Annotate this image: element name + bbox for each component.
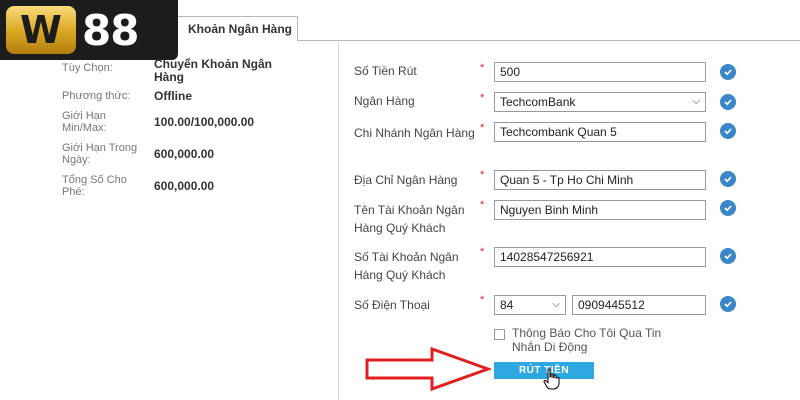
- tab-bank-transfer[interactable]: Khoản Ngân Hàng: [160, 16, 298, 42]
- logo-w-badge: W: [6, 6, 76, 54]
- info-label: Tùy Chọn:: [62, 62, 113, 74]
- check-icon: [720, 171, 736, 187]
- check-icon: [720, 94, 736, 110]
- account-name-label: Tên Tài Khoản Ngân Hàng Quý Khách: [354, 203, 465, 235]
- info-value: Chuyển Khoản Ngân Hàng: [154, 57, 273, 84]
- sms-notify-label: Thông Báo Cho Tôi Qua Tin Nhắn Di Động: [512, 326, 662, 354]
- info-value: 100.00/100,000.00: [154, 115, 255, 129]
- branch-input[interactable]: Techcombank Quan 5: [494, 122, 706, 142]
- amount-label: Số Tiền Rút: [354, 64, 417, 78]
- bank-select-value: TechcomBank: [500, 95, 576, 109]
- sms-notify-checkbox[interactable]: [494, 329, 505, 340]
- address-input[interactable]: Quan 5 - Tp Ho Chi Minh: [494, 170, 706, 190]
- account-number-input[interactable]: 14028547256921: [494, 247, 706, 267]
- check-icon: [720, 123, 736, 139]
- hand-cursor-icon: [543, 368, 560, 390]
- phone-input[interactable]: 0909445512: [572, 295, 706, 315]
- info-value: 600,000.00: [154, 147, 215, 161]
- required-mark: *: [480, 62, 485, 74]
- check-icon: [720, 200, 736, 216]
- required-mark: *: [480, 199, 485, 211]
- country-code-select[interactable]: 84 ⌵: [494, 295, 566, 315]
- info-value: Offline: [154, 89, 192, 103]
- required-mark: *: [480, 122, 485, 134]
- check-icon: [720, 296, 736, 312]
- amount-input[interactable]: 500: [494, 62, 706, 82]
- info-label: Giới Hạn Trong Ngày:: [62, 142, 138, 166]
- panel-divider: [338, 42, 339, 400]
- phone-label: Số Điện Thoại: [354, 298, 430, 312]
- branch-label: Chi Nhánh Ngân Hàng: [354, 126, 475, 140]
- country-code-value: 84: [500, 298, 514, 312]
- bank-select[interactable]: TechcomBank ⌵: [494, 92, 706, 112]
- info-label: Phương thức:: [62, 90, 131, 102]
- tab-label: Khoản Ngân Hàng: [188, 22, 292, 36]
- info-label: Tổng Số Cho Phé:: [62, 174, 127, 198]
- red-arrow-icon: [365, 346, 492, 392]
- info-label: Giới Hạn Min/Max:: [62, 110, 107, 134]
- bank-label: Ngân Hàng: [354, 94, 415, 108]
- required-mark: *: [480, 246, 485, 258]
- address-label: Địa Chỉ Ngân Hàng: [354, 173, 458, 187]
- check-icon: [720, 64, 736, 80]
- info-value: 600,000.00: [154, 179, 215, 193]
- required-mark: *: [480, 294, 485, 306]
- required-mark: *: [480, 169, 485, 181]
- chevron-down-icon: ⌵: [552, 299, 560, 310]
- w88-logo: W 88: [0, 0, 178, 60]
- chevron-down-icon: ⌵: [692, 96, 700, 107]
- required-mark: *: [480, 92, 485, 104]
- logo-88-text: 88: [82, 5, 139, 55]
- account-name-input[interactable]: Nguyen Binh Minh: [494, 200, 706, 220]
- account-number-label: Số Tài Khoản Ngân Hàng Quý Khách: [354, 250, 459, 282]
- check-icon: [720, 248, 736, 264]
